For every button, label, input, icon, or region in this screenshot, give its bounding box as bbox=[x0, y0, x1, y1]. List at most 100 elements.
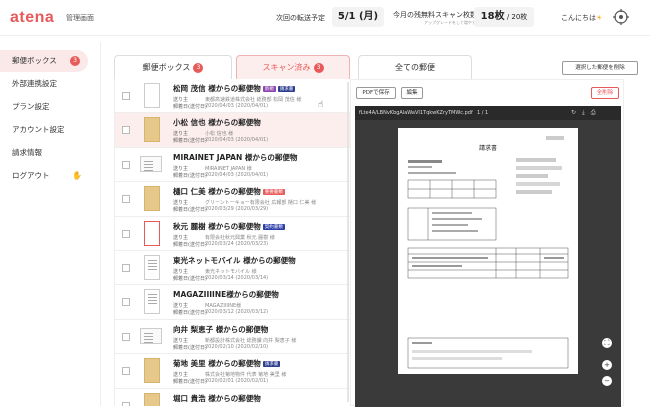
sender: 株式会社菊地物件 代表 菊地 美里 様 bbox=[205, 372, 287, 379]
mail-list: 松岡 茂信 様からの郵便物 新規 請求書 送り主 東都高速鉄道株式会社 総務部 松岡… bbox=[114, 79, 350, 406]
mail-title-text: 堀口 貴浩 様からの郵便物 bbox=[173, 393, 261, 403]
greeting: こんにちは☀ bbox=[561, 13, 602, 23]
received-date: 2020/04/03 (2020/04/01) bbox=[205, 137, 269, 144]
mail-row[interactable]: 向井 梨恵子 様からの郵便物 送り主 新都設計株式会社 総務課 向井 梨恵子 様… bbox=[115, 319, 350, 355]
pdf-page-indicator: 1 / 1 bbox=[477, 110, 489, 116]
sidebar-item-logout[interactable]: ログアウト ✋ bbox=[0, 165, 96, 187]
mail-title-text: 菊地 美里 様からの郵便物 bbox=[173, 359, 261, 369]
atena-logo[interactable]: atena bbox=[10, 9, 54, 27]
zoom-out-button[interactable]: − bbox=[602, 376, 612, 386]
mail-row[interactable]: MAGAZIIIINE様からの郵便物 送り主 MAGAZIIIINE様 郵着日(… bbox=[115, 285, 350, 320]
list-scrollbar[interactable] bbox=[347, 82, 349, 402]
delete-selected-button[interactable]: 選択した郵便を削除 bbox=[562, 61, 638, 75]
mail-thumbnail bbox=[144, 358, 160, 384]
mail-row[interactable]: 菊地 美里 様からの郵便物 請求書 送り主 株式会社菊地物件 代表 菊地 美里 様… bbox=[115, 354, 350, 389]
mail-row[interactable]: MIRAINET JAPAN 様からの郵便物 送り主 MIRAINET JAPA… bbox=[115, 147, 350, 183]
fit-page-icon[interactable]: ⛶ bbox=[602, 338, 612, 348]
from-label: 送り主 bbox=[173, 303, 189, 310]
mail-title: 秋元 麗樹 様からの郵便物 契約書類 bbox=[173, 221, 285, 232]
row-checkbox[interactable] bbox=[122, 195, 130, 204]
sender: 小松 信也 様 bbox=[205, 131, 234, 138]
upgrade-link[interactable]: アップグレードをして増やす bbox=[424, 20, 476, 26]
edit-button[interactable]: 編集 bbox=[401, 87, 423, 99]
user-menu-icon[interactable] bbox=[612, 8, 630, 26]
mail-thumbnail bbox=[144, 186, 160, 212]
received-date: 2020/03/24 (2020/03/23) bbox=[205, 240, 269, 247]
mail-thumbnail bbox=[144, 220, 160, 246]
tag-important: 重要書類 bbox=[262, 189, 285, 196]
tab-mailbox[interactable]: 郵便ボックス 3 bbox=[114, 55, 232, 79]
from-label: 送り主 bbox=[173, 165, 189, 172]
sender: グリーントーキョー有限会社 広報部 樋口 仁美 様 bbox=[205, 200, 317, 207]
mail-title: 東光ネットモバイル 様からの郵便物 bbox=[173, 255, 296, 266]
pdf-tools: ↻⤓⎙ bbox=[571, 109, 602, 117]
print-icon[interactable]: ⎙ bbox=[591, 109, 602, 116]
from-label: 送り主 bbox=[173, 337, 189, 344]
mail-title: 小松 信也 様からの郵便物 bbox=[173, 117, 261, 128]
mail-row[interactable]: 堀口 貴浩 様からの郵便物 bbox=[115, 388, 350, 406]
mail-row[interactable]: 秋元 麗樹 様からの郵便物 契約書類 送り主 有限会社秋元興業 秋元 麗樹 様 郵… bbox=[115, 216, 350, 251]
save-pdf-button[interactable]: PDFで保存 bbox=[356, 87, 396, 99]
row-checkbox[interactable] bbox=[122, 332, 130, 341]
mail-title: 向井 梨恵子 様からの郵便物 bbox=[173, 324, 268, 335]
mail-thumbnail bbox=[144, 254, 160, 280]
download-icon[interactable]: ⤓ bbox=[582, 109, 591, 116]
sidebar-item-label: 郵便ボックス bbox=[12, 56, 57, 65]
sidebar-item-account[interactable]: アカウント設定 bbox=[0, 119, 96, 141]
tab-scanned[interactable]: スキャン済み 3 bbox=[236, 55, 350, 79]
sidebar-item-billing[interactable]: 請求情報 bbox=[0, 142, 96, 164]
sidebar-item-label: アカウント設定 bbox=[12, 125, 65, 134]
date-label: 郵着日(送付日) bbox=[173, 104, 207, 110]
received-date: 2020/03/12 (2020/03/12) bbox=[205, 309, 269, 316]
sender: 有限会社秋元興業 秋元 麗樹 様 bbox=[205, 234, 275, 241]
sidebar-item-plan[interactable]: プラン設定 bbox=[0, 96, 96, 118]
mail-title-text: MIRAINET JAPAN 様からの郵便物 bbox=[173, 152, 298, 162]
mail-row[interactable]: 小松 信也 様からの郵便物 送り主 小松 信也 様 郵着日(送付日) 2020/… bbox=[115, 113, 350, 148]
mouse-cursor-icon: ☝ bbox=[318, 100, 324, 110]
sender: 東光ネットモバイル 様 bbox=[205, 268, 257, 275]
mail-tabs: 郵便ボックス 3 スキャン済み 3 全ての郵便 bbox=[114, 55, 602, 79]
tab-badge: 3 bbox=[313, 63, 324, 73]
invoice-page: 請求書 bbox=[398, 128, 578, 374]
delete-all-button[interactable]: 全削除 bbox=[591, 87, 619, 99]
sender: 新都設計株式会社 総務課 向井 梨恵子 様 bbox=[205, 337, 297, 344]
sender: MIRAINET JAPAN 様 bbox=[205, 165, 252, 172]
row-checkbox[interactable] bbox=[122, 367, 130, 376]
row-checkbox[interactable] bbox=[122, 401, 130, 406]
row-checkbox[interactable] bbox=[122, 263, 130, 272]
invoice-title: 請求書 bbox=[479, 144, 497, 152]
sidebar-item-label: 外部連携設定 bbox=[12, 79, 57, 88]
mail-row[interactable]: 樋口 仁美 様からの郵便物 重要書類 送り主 グリーントーキョー有限会社 広報部 … bbox=[115, 182, 350, 217]
tag-invoice: 請求書 bbox=[277, 86, 296, 92]
from-label: 送り主 bbox=[173, 372, 189, 379]
zoom-in-button[interactable]: + bbox=[602, 360, 612, 370]
date-label: 郵着日(送付日) bbox=[173, 310, 207, 317]
sidebar-divider bbox=[100, 42, 101, 406]
row-checkbox[interactable] bbox=[122, 126, 130, 135]
mail-title: MIRAINET JAPAN 様からの郵便物 bbox=[173, 152, 297, 163]
mail-title: 菊地 美里 様からの郵便物 請求書 bbox=[173, 358, 281, 369]
hand-wave-icon: ✋ bbox=[72, 171, 82, 180]
rotate-icon[interactable]: ↻ bbox=[571, 109, 582, 116]
mail-title: 堀口 貴浩 様からの郵便物 bbox=[173, 393, 261, 404]
row-checkbox[interactable] bbox=[122, 160, 130, 169]
received-date: 2020/04/03 (2020/04/01) bbox=[205, 171, 269, 178]
top-header: atena 管理画面 次回の転送予定 5/1 (月) 今月の残無料スキャン枚数 … bbox=[0, 0, 650, 36]
mail-row[interactable]: 松岡 茂信 様からの郵便物 新規 請求書 送り主 東都高速鉄道株式会社 総務部 松岡… bbox=[115, 79, 350, 114]
mail-title-text: 小松 信也 様からの郵便物 bbox=[173, 118, 261, 128]
sidebar-item-mailbox[interactable]: 郵便ボックス 3 bbox=[0, 50, 88, 72]
free-scan-label: 今月の残無料スキャン枚数 bbox=[393, 11, 477, 19]
mail-title-text: MAGAZIIIINE様からの郵便物 bbox=[173, 290, 279, 300]
sender: 東都高速鉄道株式会社 総務部 松岡 茂信 様 bbox=[205, 97, 302, 103]
sidebar-item-integrations[interactable]: 外部連携設定 bbox=[0, 73, 96, 95]
received-date: 2020/03/14 (2020/03/14) bbox=[205, 274, 269, 281]
from-label: 送り主 bbox=[173, 268, 189, 275]
pdf-filename: fLte4A/LBNvKbgAlaWaVI1TqkwKZryTMWc.pdf bbox=[359, 110, 473, 116]
mail-row[interactable]: 東光ネットモバイル 様からの郵便物 送り主 東光ネットモバイル 様 郵着日(送付… bbox=[115, 250, 350, 286]
sidebar-item-label: 請求情報 bbox=[12, 148, 42, 157]
next-transfer-date: 5/1 (月) bbox=[332, 7, 384, 27]
tab-all-mail[interactable]: 全ての郵便 bbox=[358, 55, 472, 79]
row-checkbox[interactable] bbox=[122, 92, 130, 100]
row-checkbox[interactable] bbox=[122, 298, 130, 307]
row-checkbox[interactable] bbox=[122, 229, 130, 238]
